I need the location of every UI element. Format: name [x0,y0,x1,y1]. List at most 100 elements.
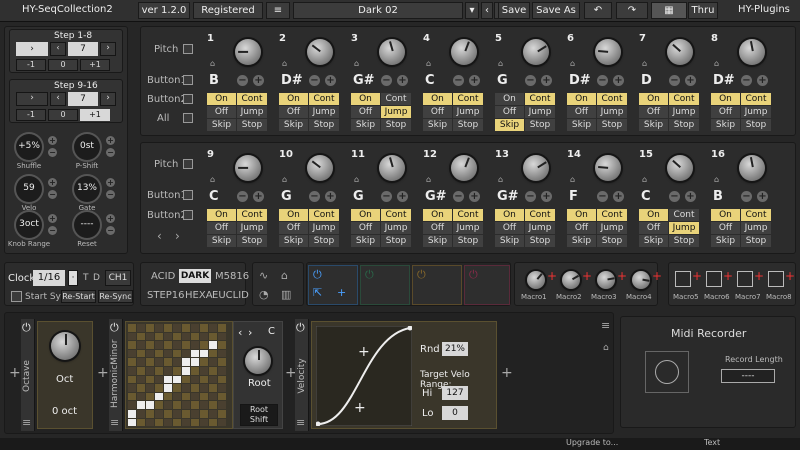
steps_top-step-1-skip-button[interactable]: Skip [207,119,236,131]
macro-7-add-icon[interactable]: + [754,269,764,283]
steps_bottom-step-16-skip-button[interactable]: Skip [711,235,740,247]
steps_top-step-5-off-button[interactable]: Off [495,106,524,118]
scale-cell[interactable] [200,349,208,358]
steps_top-step-2-cont-button[interactable]: Cont [309,93,339,105]
steps_top-step-8-jump-button[interactable]: Jump [741,106,771,118]
macro-6-add-icon[interactable]: + [723,269,733,283]
steps_top-step-2-off-button[interactable]: Off [279,106,308,118]
prev-preset-icon[interactable]: ‹ [481,2,493,19]
theme-euclid[interactable]: EUCLID [212,290,249,301]
steps_top-step-5-jump-button[interactable]: Jump [525,106,555,118]
scale-cell[interactable] [200,332,208,341]
steps_top-step-6-jump-button[interactable]: Jump [597,106,627,118]
scale-cell[interactable] [218,401,226,409]
steps_bottom-step-9-skip-button[interactable]: Skip [207,235,236,247]
steps_bottom-step-15-pitch-knob[interactable] [667,155,693,181]
steps_bottom-step-13-stop-button[interactable]: Stop [525,235,555,247]
scale-cell[interactable] [191,332,199,341]
scale-cell[interactable] [128,392,136,401]
theme-acid[interactable]: ACID [151,271,175,282]
registered-button[interactable]: Registered [193,2,263,19]
scale-cell[interactable] [209,332,217,341]
steps_bottom-step-12-lock-icon[interactable]: ⌂ [426,175,431,184]
steps_top-step-6-cont-button[interactable]: Cont [597,93,627,105]
steps_top-step-5-lock-icon[interactable]: ⌂ [498,59,503,68]
steps_bottom-step-15-jump-button[interactable]: Jump [669,222,699,234]
steps_bottom-step-10-pitch-knob[interactable] [307,155,333,181]
lo-value[interactable]: 0 [442,406,468,420]
scale-cell[interactable] [146,401,154,409]
steps_top-step-5-on-button[interactable]: On [495,93,524,105]
steps_top-step-5-skip-button[interactable]: Skip [495,119,524,131]
octave-menu-icon[interactable]: ≡ [22,416,31,429]
steps_top-step-3-jump-button[interactable]: Jump [381,106,411,118]
steps_bottom-step-13-jump-button[interactable]: Jump [525,222,555,234]
add-device-icon-3[interactable]: + [501,365,513,381]
steps_bottom-step-12-skip-button[interactable]: Skip [423,235,452,247]
scale-cell[interactable] [173,341,181,349]
scale-cell[interactable] [146,341,154,349]
steps_bottom-step-16-stop-button[interactable]: Stop [741,235,771,247]
steps_top-step-8-minus-icon[interactable]: − [741,75,752,86]
start-sync-checkbox[interactable] [11,291,22,302]
scale-cell[interactable] [137,367,145,375]
steps_bottom-step-9-plus-icon[interactable]: + [253,191,264,202]
steps_bottom-step-13-pitch-knob[interactable] [523,155,549,181]
steps_bottom-step-15-lock-icon[interactable]: ⌂ [642,175,647,184]
steps_bottom-step-13-off-button[interactable]: Off [495,222,524,234]
harmonic-power-icon[interactable]: ⏻ [110,321,119,335]
button2-link-checkbox[interactable] [183,94,193,104]
slot-1-add-icon[interactable]: + [337,286,346,299]
knobrange-minus-icon[interactable]: − [48,226,57,235]
scale-cell[interactable] [146,324,154,332]
reset-plus-icon[interactable]: + [106,214,115,223]
save-as-button[interactable]: Save As [532,2,580,19]
steps_top-step-8-skip-button[interactable]: Skip [711,119,740,131]
steps_top-step-5-plus-icon[interactable]: + [541,75,552,86]
root-knob[interactable] [245,348,271,374]
scale-cell[interactable] [173,392,181,401]
step-1-8-minus-button[interactable]: -1 [16,59,46,71]
scale-cell[interactable] [173,384,181,392]
steps_bottom-step-12-cont-button[interactable]: Cont [453,209,483,221]
steps_top-step-5-pitch-knob[interactable] [523,39,549,65]
steps_top-step-4-pitch-knob[interactable] [451,39,477,65]
scale-cell[interactable] [218,384,226,392]
steps_bottom-step-10-minus-icon[interactable]: − [309,191,320,202]
scale-cell[interactable] [191,410,199,418]
steps_bottom-step-10-on-button[interactable]: On [279,209,308,221]
scale-cell[interactable] [164,410,172,418]
scale-cell[interactable] [137,384,145,392]
steps_bottom-step-16-pitch-knob[interactable] [739,155,765,181]
steps_top-step-6-skip-button[interactable]: Skip [567,119,596,131]
preset-dropdown-icon[interactable]: ▾ [465,2,479,19]
scale-cell[interactable] [128,358,136,366]
steps_bottom-step-15-off-button[interactable]: Off [639,222,668,234]
steps_top-step-7-minus-icon[interactable]: − [669,75,680,86]
scale-cell[interactable] [146,392,154,401]
steps_top-step-7-plus-icon[interactable]: + [685,75,696,86]
steps_top-step-7-stop-button[interactable]: Stop [669,119,699,131]
scale-cell[interactable] [218,392,226,401]
steps_top-step-2-skip-button[interactable]: Skip [279,119,308,131]
steps_bottom-step-15-plus-icon[interactable]: + [685,191,696,202]
scale-cell[interactable] [137,358,145,366]
scale-cell[interactable] [137,341,145,349]
device-slot-2[interactable]: ⏻ [360,265,410,305]
knobrange-plus-icon[interactable]: + [48,214,57,223]
scale-cell[interactable] [200,375,208,384]
macro-1-add-icon[interactable]: + [547,269,557,283]
scale-cell[interactable] [173,358,181,366]
shuffle-minus-icon[interactable]: − [48,148,57,157]
steps_bottom-step-10-plus-icon[interactable]: + [325,191,336,202]
pshift-minus-icon[interactable]: − [106,148,115,157]
step-9-16-minus-button[interactable]: -1 [16,109,46,121]
scale-cell[interactable] [155,332,163,341]
add-device-left-icon[interactable]: + [9,365,21,381]
scale-cell[interactable] [128,341,136,349]
scale-cell[interactable] [164,392,172,401]
scale-cell[interactable] [164,367,172,375]
steps_bottom-step-11-minus-icon[interactable]: − [381,191,392,202]
scale-cell[interactable] [209,367,217,375]
steps_bottom-step-16-off-button[interactable]: Off [711,222,740,234]
